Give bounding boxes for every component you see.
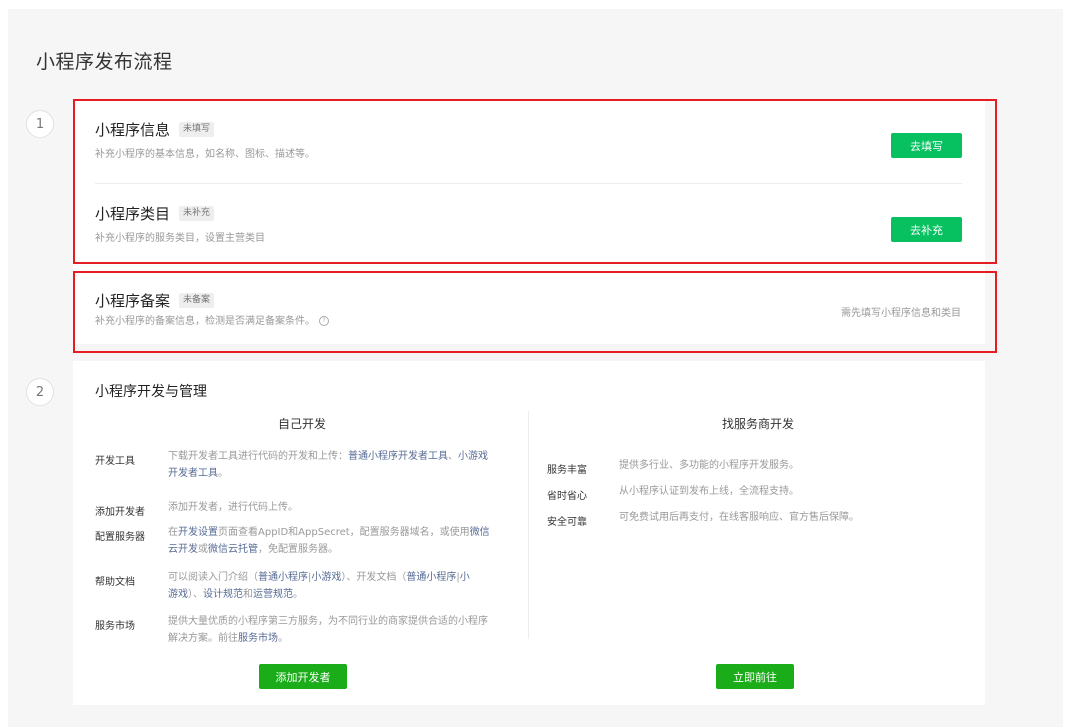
desc-text: 页面查看AppID和AppSecret，配置服务器域名，或使用 xyxy=(218,527,470,538)
fill-category-button[interactable]: 去补充 xyxy=(891,217,962,242)
filing-title: 小程序备案 xyxy=(95,292,171,310)
desc-text: 或 xyxy=(198,544,208,555)
self-dev-item-desc: 在开发设置页面查看AppID和AppSecret，配置服务器域名，或使用微信云开… xyxy=(168,524,523,558)
link-docs-normal[interactable]: 普通小程序 xyxy=(406,572,456,583)
self-dev-item-label: 帮助文档 xyxy=(95,577,135,588)
link-docs-minigame[interactable]: 小 xyxy=(460,572,470,583)
self-dev-item-label: 开发工具 xyxy=(95,456,135,467)
provider-item-label: 服务丰富 xyxy=(547,465,587,476)
provider-dev-heading: 找服务商开发 xyxy=(721,417,794,431)
desc-text: 解决方案。前往 xyxy=(168,633,238,644)
desc-text: 。 xyxy=(278,633,288,644)
provider-item-desc: 可免费试用后再支付，在线客服响应、官方售后保障。 xyxy=(619,512,859,523)
desc-text: 和 xyxy=(243,589,253,600)
info-icon[interactable]: ? xyxy=(319,316,329,326)
link-wechat[interactable]: 微信 xyxy=(470,527,490,538)
self-dev-heading: 自己开发 xyxy=(277,417,326,431)
info-desc: 补充小程序的基本信息，如名称、图标、描述等。 xyxy=(95,149,315,160)
desc-text: 。 xyxy=(293,589,303,600)
page: 小程序发布流程 1 小程序信息 未填写 补充小程序的基本信息，如名称、图标、描述… xyxy=(8,9,1063,727)
link-minigame[interactable]: 小游戏 xyxy=(458,451,488,462)
desc-text: 提供大量优质的小程序第三方服务，为不同行业的商家提供合适的小程序 xyxy=(168,616,488,627)
category-desc: 补充小程序的服务类目，设置主营类目 xyxy=(95,233,265,244)
row-divider xyxy=(95,183,962,184)
link-minigame-devtool[interactable]: 开发者工具 xyxy=(168,468,218,479)
provider-item-label: 安全可靠 xyxy=(547,517,587,528)
link-cloud-dev[interactable]: 云开发 xyxy=(168,544,198,555)
desc-text: ，免配置服务器。 xyxy=(258,544,338,555)
category-status-badge: 未补充 xyxy=(179,206,215,221)
filing-status-badge: 未备案 xyxy=(179,293,215,308)
column-divider xyxy=(528,411,529,639)
filing-desc: 补充小程序的备案信息，检测是否满足备案条件。 xyxy=(95,316,315,327)
link-normal-devtool[interactable]: 普通小程序开发者工具 xyxy=(348,451,448,462)
link-intro-normal[interactable]: 普通小程序 xyxy=(258,572,308,583)
desc-text: 可以阅读入门介绍（ xyxy=(168,572,258,583)
link-service-market[interactable]: 服务市场 xyxy=(238,633,278,644)
info-row-title: 小程序信息 未填写 xyxy=(95,119,215,140)
link-ops-spec[interactable]: 运营规范 xyxy=(253,589,293,600)
step-2-title: 小程序开发与管理 xyxy=(95,384,207,400)
step-2-card: 小程序开发与管理 自己开发 找服务商开发 开发工具 下载开发者工具进行代码的开发… xyxy=(73,361,985,705)
link-intro-minigame[interactable]: 小游戏 xyxy=(311,572,341,583)
go-now-button[interactable]: 立即前往 xyxy=(716,664,794,689)
category-title: 小程序类目 xyxy=(95,205,171,223)
desc-text: ）、开发文档（ xyxy=(341,572,407,583)
link-cloud-hosting[interactable]: 微信云托管 xyxy=(208,544,258,555)
step-2-indicator: 2 xyxy=(26,378,54,406)
filing-row-title: 小程序备案 未备案 xyxy=(95,290,215,311)
filing-desc-wrap: 补充小程序的备案信息，检测是否满足备案条件。? xyxy=(95,312,329,327)
link-design-spec[interactable]: 设计规范 xyxy=(203,589,243,600)
self-dev-item-label: 添加开发者 xyxy=(95,507,145,518)
section-divider xyxy=(73,271,985,272)
category-row-title: 小程序类目 未补充 xyxy=(95,203,215,224)
self-dev-item-label: 配置服务器 xyxy=(95,532,145,543)
desc-text: ）、 xyxy=(188,589,203,600)
desc-text: 在 xyxy=(168,527,178,538)
provider-item-desc: 从小程序认证到发布上线，全流程支持。 xyxy=(619,486,799,497)
desc-text: 。 xyxy=(218,468,228,479)
filing-hint: 需先填写小程序信息和类目 xyxy=(841,308,961,319)
self-dev-item-label: 服务市场 xyxy=(95,621,135,632)
link-docs-minigame-cont[interactable]: 游戏 xyxy=(168,589,188,600)
info-title: 小程序信息 xyxy=(95,121,171,139)
fill-info-button[interactable]: 去填写 xyxy=(891,133,962,158)
add-developer-button[interactable]: 添加开发者 xyxy=(259,664,347,689)
self-dev-item-desc: 下载开发者工具进行代码的开发和上传：普通小程序开发者工具、小游戏开发者工具。 xyxy=(168,448,523,482)
desc-text: 、 xyxy=(448,451,458,462)
self-dev-item-desc: 可以阅读入门介绍（普通小程序|小游戏）、开发文档（普通小程序|小 游戏）、设计规范… xyxy=(168,569,523,603)
provider-item-label: 省时省心 xyxy=(547,491,587,502)
page-title: 小程序发布流程 xyxy=(36,51,173,73)
provider-item-desc: 提供多行业、多功能的小程序开发服务。 xyxy=(619,460,799,471)
info-status-badge: 未填写 xyxy=(179,122,215,137)
link-dev-settings[interactable]: 开发设置 xyxy=(178,527,218,538)
step-1-card: 小程序信息 未填写 补充小程序的基本信息，如名称、图标、描述等。 去填写 小程序… xyxy=(73,99,985,344)
desc-text: 下载开发者工具进行代码的开发和上传： xyxy=(168,451,348,462)
self-dev-item-desc: 提供大量优质的小程序第三方服务，为不同行业的商家提供合适的小程序 解决方案。前往服… xyxy=(168,613,523,647)
step-1-indicator: 1 xyxy=(26,110,54,138)
self-dev-item-desc: 添加开发者，进行代码上传。 xyxy=(168,502,298,513)
